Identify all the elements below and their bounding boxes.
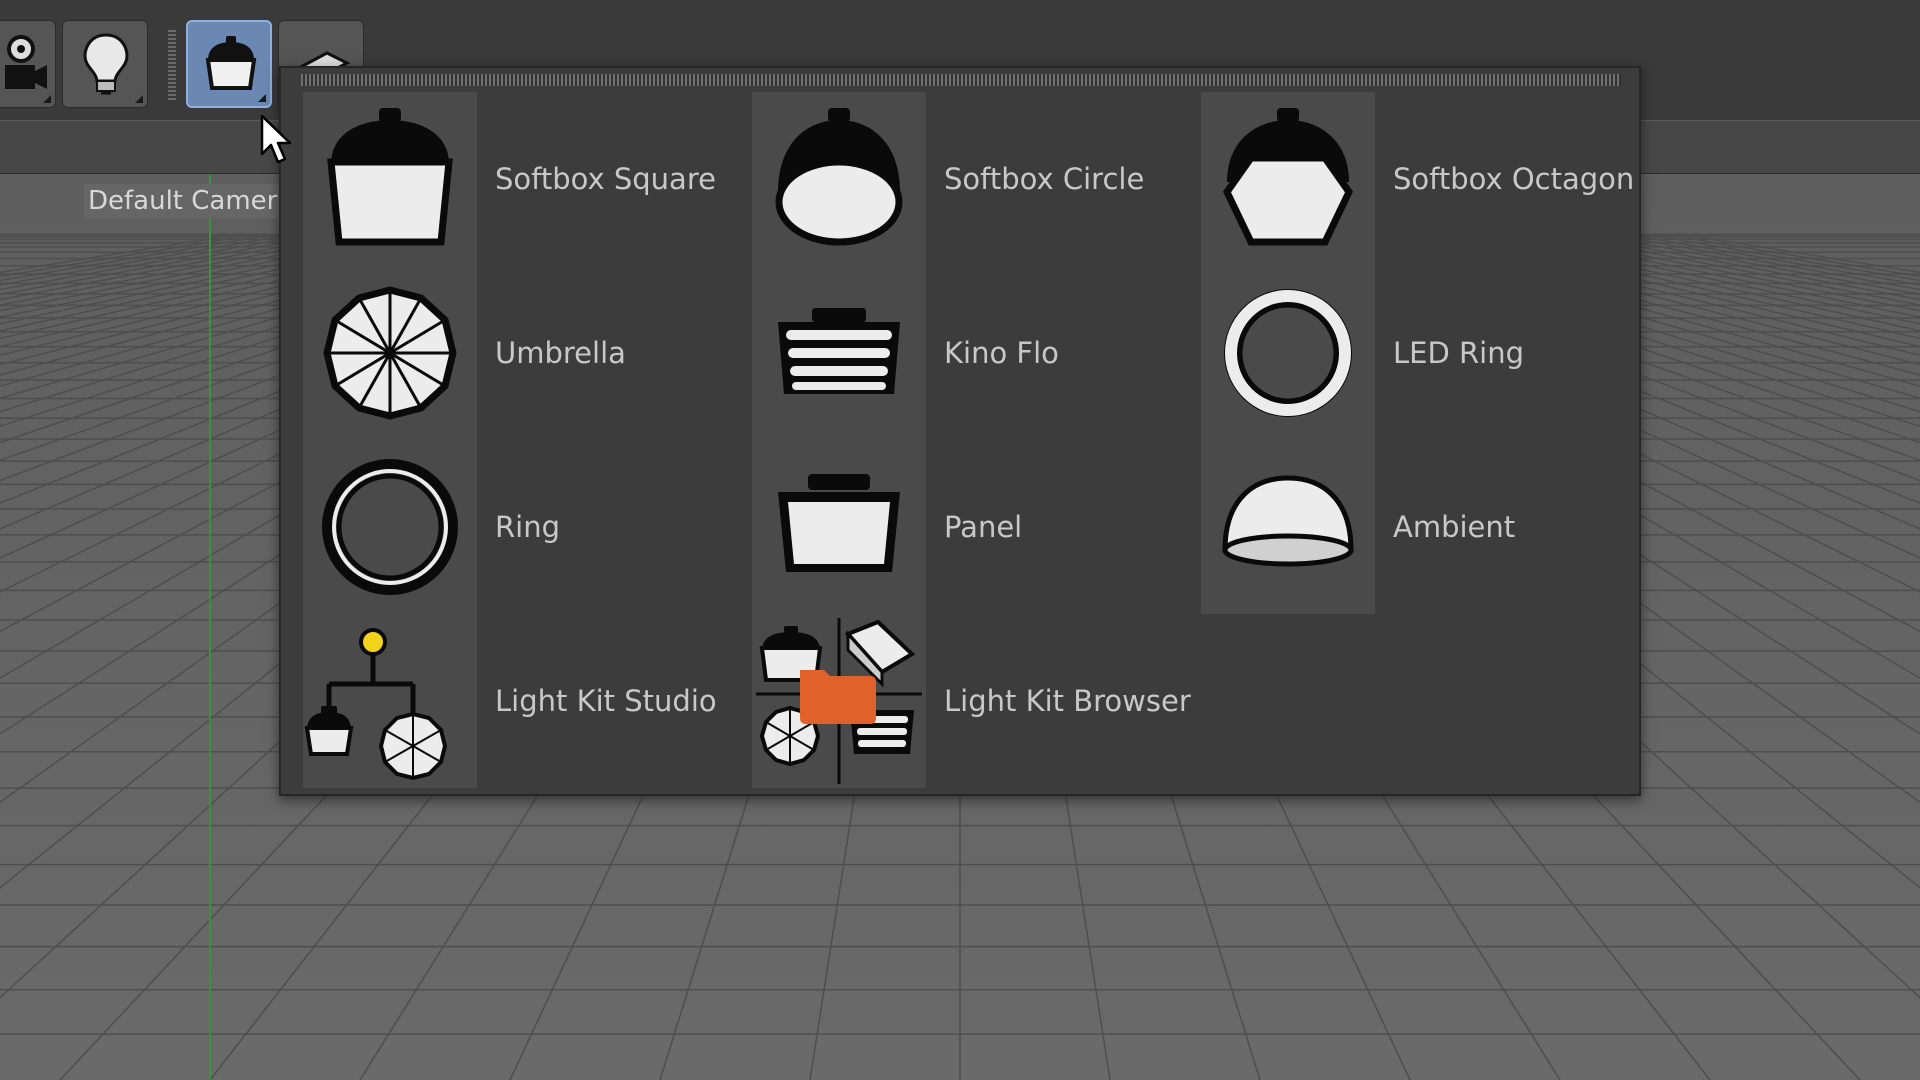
softbox-button[interactable] bbox=[186, 20, 272, 108]
preset-label: Kino Flo bbox=[944, 336, 1059, 370]
camera-icon bbox=[5, 35, 47, 89]
light-button[interactable] bbox=[62, 20, 148, 108]
light-presets-popup: Softbox Square Softbox Circle Softbox Oc… bbox=[279, 66, 1641, 796]
camera-label[interactable]: Default Camer bbox=[84, 184, 282, 218]
softbox-octagon-icon bbox=[1222, 108, 1354, 246]
preset-ambient[interactable]: Ambient bbox=[1201, 440, 1641, 614]
light-kit-browser-icon bbox=[756, 618, 922, 784]
preset-kino-flo[interactable]: Kino Flo bbox=[752, 266, 1192, 440]
preset-label: Light Kit Studio bbox=[495, 684, 717, 718]
preset-label: Softbox Square bbox=[495, 162, 716, 196]
camera-button[interactable] bbox=[0, 20, 56, 108]
preset-ring[interactable]: Ring bbox=[303, 440, 743, 614]
preset-label: Softbox Octagon bbox=[1393, 162, 1635, 196]
preset-label: Softbox Circle bbox=[944, 162, 1145, 196]
preset-softbox-circle[interactable]: Softbox Circle bbox=[752, 92, 1192, 266]
toolbar-grip[interactable] bbox=[168, 30, 176, 102]
panel-icon bbox=[778, 474, 900, 572]
preset-light-kit-studio[interactable]: Light Kit Studio bbox=[303, 614, 743, 788]
preset-softbox-octagon[interactable]: Softbox Octagon bbox=[1201, 92, 1641, 266]
ring-icon bbox=[322, 459, 458, 595]
softbox-icon bbox=[205, 36, 257, 90]
kino-flo-icon bbox=[778, 308, 900, 394]
softbox-circle-icon bbox=[775, 108, 903, 246]
mouse-cursor-icon bbox=[260, 114, 292, 164]
softbox-square-icon bbox=[327, 108, 453, 246]
preset-label: Light Kit Browser bbox=[944, 684, 1191, 718]
preset-led-ring[interactable]: LED Ring bbox=[1201, 266, 1641, 440]
ambient-icon bbox=[1222, 475, 1354, 567]
umbrella-icon bbox=[323, 286, 457, 420]
light-bulb-icon bbox=[83, 33, 129, 95]
preset-label: Panel bbox=[944, 510, 1023, 544]
preset-umbrella[interactable]: Umbrella bbox=[303, 266, 743, 440]
preset-label: Ring bbox=[495, 510, 560, 544]
preset-label: LED Ring bbox=[1393, 336, 1525, 370]
preset-label: Ambient bbox=[1393, 510, 1516, 544]
preset-softbox-square[interactable]: Softbox Square bbox=[303, 92, 743, 266]
preset-panel[interactable]: Panel bbox=[752, 440, 1192, 614]
led-ring-icon bbox=[1224, 289, 1352, 417]
popup-tear-off-handle[interactable] bbox=[301, 74, 1621, 86]
preset-light-kit-browser[interactable]: Light Kit Browser bbox=[752, 614, 1192, 788]
light-kit-studio-icon bbox=[304, 628, 448, 781]
preset-label: Umbrella bbox=[495, 336, 626, 370]
